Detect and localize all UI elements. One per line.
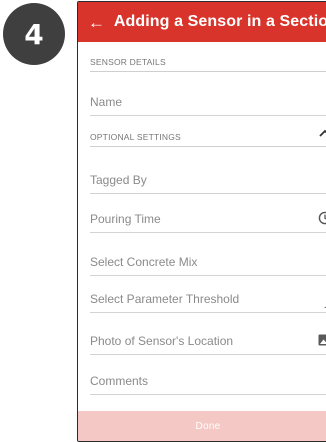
comments-field[interactable]: Comments xyxy=(90,374,326,395)
step-number: 4 xyxy=(24,17,44,51)
chevron-up-icon[interactable] xyxy=(318,128,326,138)
photo-location-field[interactable]: Photo of Sensor's Location xyxy=(90,334,326,355)
done-button[interactable]: Done xyxy=(78,411,326,441)
optional-settings-label: OPTIONAL SETTINGS xyxy=(90,132,181,142)
name-field-label: Name xyxy=(90,95,123,109)
done-button-label: Done xyxy=(195,420,221,432)
concrete-mix-label: Select Concrete Mix xyxy=(90,255,198,269)
section-header-optional-settings[interactable]: OPTIONAL SETTINGS xyxy=(90,129,326,147)
app-bar: ← Adding a Sensor in a Section xyxy=(78,2,326,42)
pouring-time-label: Pouring Time xyxy=(90,212,161,226)
comments-label: Comments xyxy=(90,374,149,388)
tagged-by-field[interactable]: Tagged By xyxy=(90,173,326,194)
tagged-by-label: Tagged By xyxy=(90,173,147,187)
back-arrow-icon[interactable]: ← xyxy=(88,14,106,31)
name-field[interactable]: Name xyxy=(90,95,326,116)
image-icon[interactable] xyxy=(318,334,326,346)
concrete-mix-select[interactable]: Select Concrete Mix xyxy=(90,255,326,276)
pouring-time-field[interactable]: Pouring Time xyxy=(90,211,326,233)
section-header-sensor-details: SENSOR DETAILS xyxy=(90,57,326,72)
phone-screen: ← Adding a Sensor in a Section SENSOR DE… xyxy=(77,1,326,442)
parameter-threshold-label: Select Parameter Threshold xyxy=(90,292,240,306)
parameter-threshold-select[interactable]: Select Parameter Threshold xyxy=(90,292,326,313)
page-title: Adding a Sensor in a Section xyxy=(113,13,326,30)
clock-icon[interactable] xyxy=(318,211,326,225)
photo-location-label: Photo of Sensor's Location xyxy=(90,334,234,348)
step-number-badge: 4 xyxy=(3,3,65,65)
